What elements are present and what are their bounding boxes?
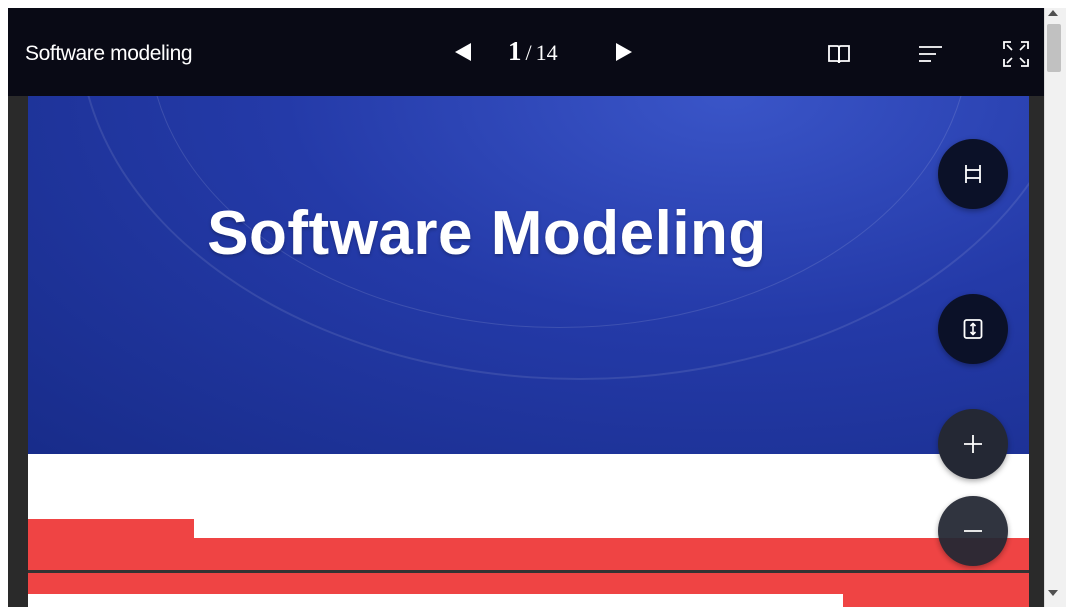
zoom-out-button[interactable] [938,496,1008,566]
scroll-up-arrow-icon[interactable] [1048,10,1058,16]
slide-white-block [194,454,1029,538]
menu-lines-icon [919,46,942,62]
fit-width-button[interactable] [938,139,1008,209]
zoom-in-button[interactable] [938,409,1008,479]
next-page-button[interactable] [608,36,640,68]
triangle-right-icon [616,43,632,61]
slide-white-strip [28,594,843,607]
total-pages: 14 [535,40,558,65]
fullscreen-button[interactable] [998,36,1034,72]
vertical-scrollbar[interactable] [1044,8,1066,607]
fit-height-icon [963,319,983,339]
fit-width-icon [965,165,981,183]
viewer-toolbar: Software modeling 1/14 [8,8,1044,96]
triangle-left-icon [455,43,471,61]
scrollbar-thumb[interactable] [1047,24,1061,72]
page-background-strip [0,0,1066,8]
slide-page: Software Modeling [28,96,1029,607]
current-page-number: 1 [508,36,522,66]
page-separator: / [525,40,532,65]
page-indicator: 1/14 [508,36,558,67]
open-book-icon [828,45,850,64]
book-view-button[interactable] [821,36,857,72]
slide-title-background: Software Modeling [28,96,1029,454]
previous-page-button[interactable] [448,36,480,68]
left-page-gutter [0,8,8,607]
document-title: Software modeling [25,42,193,65]
minus-icon [964,530,982,532]
plus-icon [964,435,982,453]
scroll-down-arrow-icon[interactable] [1048,590,1058,596]
fullscreen-icon [1003,41,1029,67]
outline-menu-button[interactable] [912,36,948,72]
fit-height-button[interactable] [938,294,1008,364]
slide-title: Software Modeling [207,199,767,268]
